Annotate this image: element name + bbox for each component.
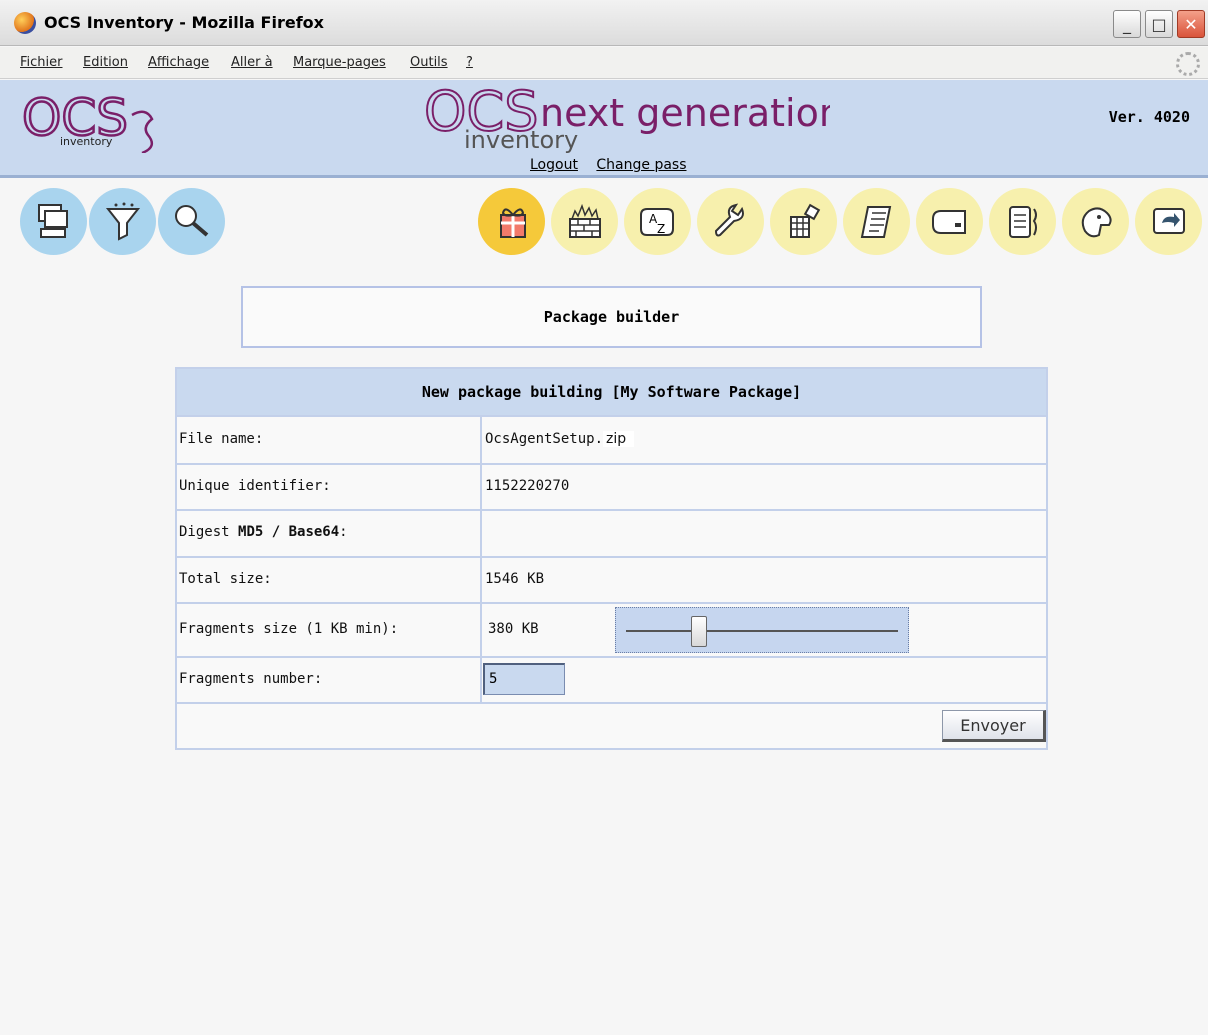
- total-size-label: Total size:: [179, 571, 272, 587]
- menu-marque-pages[interactable]: Marque-pages: [293, 55, 386, 70]
- menu-edition[interactable]: Edition: [83, 55, 128, 70]
- submit-button[interactable]: Envoyer: [942, 710, 1046, 742]
- package-icon[interactable]: [478, 188, 545, 255]
- slider-handle[interactable]: [690, 616, 707, 647]
- window-titlebar: OCS Inventory - Mozilla Firefox _ □ ✕: [0, 0, 1208, 46]
- version-label: Ver. 4020: [1108, 108, 1190, 126]
- fragments-size-label: Fragments size (1 KB min):: [179, 621, 399, 637]
- header-banner: OCS inventory OCS next generation invent…: [0, 80, 1208, 178]
- slider-track: [626, 630, 898, 632]
- page-title: Package builder: [241, 286, 982, 348]
- table-row: Total size: 1546 KB: [177, 556, 1046, 602]
- file-name-label: File name:: [179, 431, 264, 447]
- change-pass-link[interactable]: Change pass: [596, 157, 686, 173]
- registry-icon[interactable]: [770, 188, 837, 255]
- maximize-button[interactable]: □: [1145, 10, 1173, 38]
- fragments-size-value: 380 KB: [488, 621, 539, 637]
- svg-text:inventory: inventory: [60, 135, 113, 148]
- logout-link[interactable]: Logout: [530, 157, 578, 173]
- ocs-logo-icon: OCS inventory: [21, 88, 154, 153]
- digest-label: Digest MD5 / Base64:: [179, 524, 348, 540]
- back-icon[interactable]: [1135, 188, 1202, 255]
- ocs-ng-logo-icon: OCS next generation inventory: [423, 82, 830, 154]
- menu-fichier[interactable]: Fichier: [20, 55, 63, 70]
- throbber-icon: [1176, 52, 1200, 76]
- menu-affichage[interactable]: Affichage: [148, 55, 209, 70]
- fragments-size-slider[interactable]: [615, 607, 909, 653]
- svg-text:inventory: inventory: [464, 126, 578, 154]
- dictionary-icon[interactable]: AZ: [624, 188, 691, 255]
- fragments-number-label: Fragments number:: [179, 671, 323, 687]
- config-icon[interactable]: [697, 188, 764, 255]
- menu-aller-a[interactable]: Aller à: [231, 55, 273, 70]
- device-icon[interactable]: [916, 188, 983, 255]
- table-row: Fragments size (1 KB min): 380 KB: [177, 602, 1046, 656]
- menu-outils[interactable]: Outils: [410, 55, 448, 70]
- table-row: Fragments number: 5: [177, 656, 1046, 702]
- package-form: New package building [My Software Packag…: [175, 367, 1048, 750]
- minimize-button[interactable]: _: [1113, 10, 1141, 38]
- unique-id-label: Unique identifier:: [179, 478, 331, 494]
- user-icon[interactable]: [1062, 188, 1129, 255]
- form-heading: New package building [My Software Packag…: [177, 369, 1046, 415]
- file-name-ext: zip: [603, 431, 635, 447]
- close-button[interactable]: ✕: [1177, 10, 1205, 38]
- total-size-value: 1546 KB: [485, 571, 545, 587]
- fragments-number-input[interactable]: 5: [483, 663, 565, 695]
- table-row: Digest MD5 / Base64:: [177, 509, 1046, 556]
- menu-bar: Fichier Edition Affichage Aller à Marque…: [0, 47, 1208, 79]
- unique-id-value: 1152220270: [485, 478, 570, 494]
- window-title: OCS Inventory - Mozilla Firefox: [44, 13, 324, 32]
- svg-text:next generation: next generation: [540, 91, 830, 135]
- computers-icon[interactable]: [20, 188, 87, 255]
- firefox-icon: [14, 12, 36, 34]
- script-icon[interactable]: [843, 188, 910, 255]
- search-icon[interactable]: [158, 188, 225, 255]
- table-row: File name: OcsAgentSetup. zip: [177, 415, 1046, 463]
- table-row: Unique identifier: 1152220270: [177, 463, 1046, 509]
- file-name-value: OcsAgentSetup. zip: [485, 431, 635, 447]
- menu-help[interactable]: ?: [466, 55, 473, 70]
- svg-text:Z: Z: [657, 222, 665, 236]
- firewall-icon[interactable]: [551, 188, 618, 255]
- filter-icon[interactable]: [89, 188, 156, 255]
- ipdiscover-icon[interactable]: [989, 188, 1056, 255]
- table-row: Envoyer: [177, 702, 1046, 748]
